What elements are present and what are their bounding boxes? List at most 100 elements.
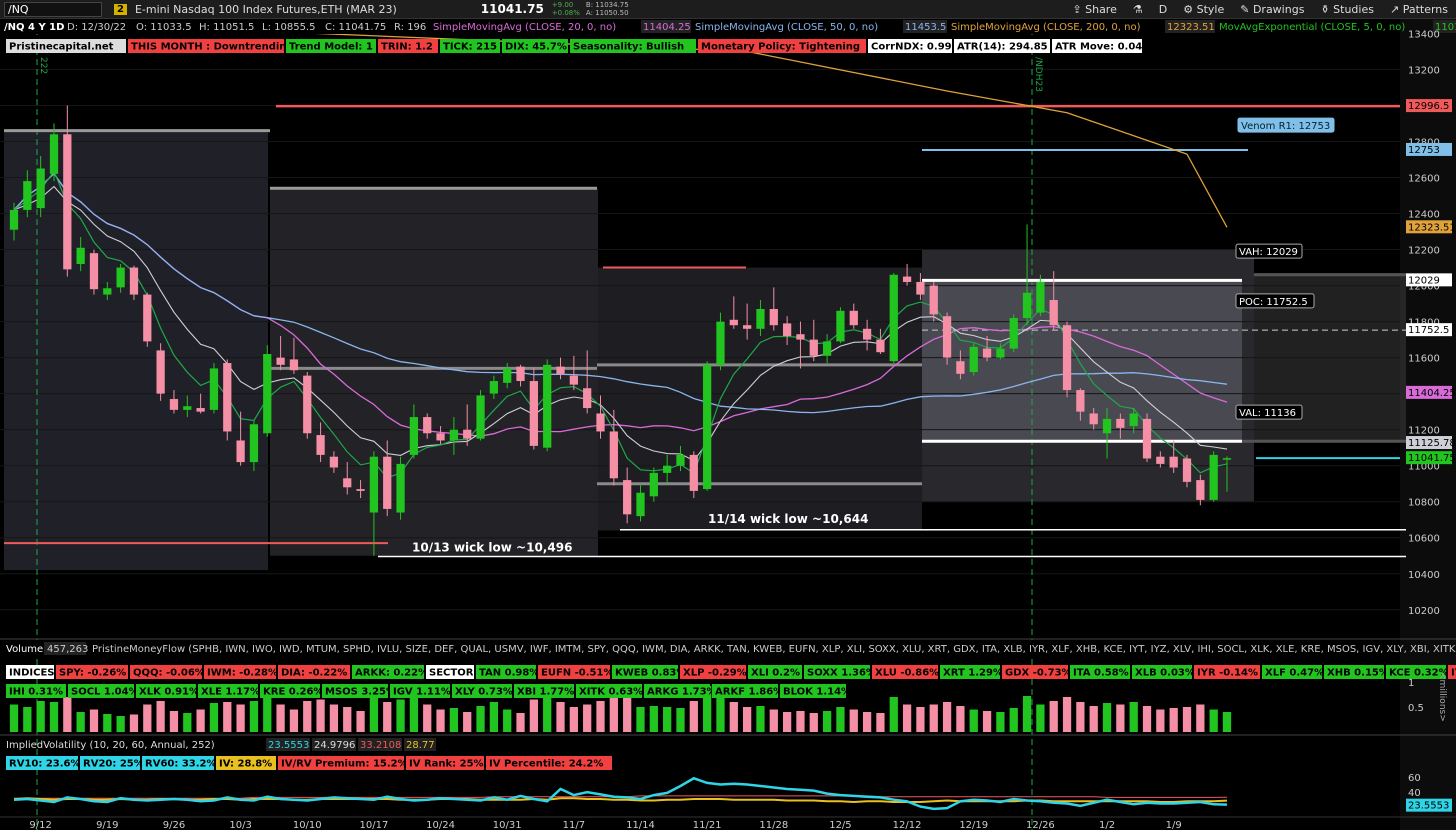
candle[interactable] xyxy=(396,456,405,520)
price-chart[interactable]: 222/NDH23/NQ 4 Y 1D D: 12/30/22 O: 11033.5… xyxy=(0,19,1456,830)
volume-bar xyxy=(23,707,32,732)
volume-bar xyxy=(1209,709,1218,732)
candle[interactable] xyxy=(543,359,552,452)
candle[interactable] xyxy=(263,345,272,437)
volume-bar xyxy=(489,702,499,732)
volume-bar xyxy=(329,704,339,732)
patterns-button[interactable]: ↗ Patterns xyxy=(1390,3,1448,16)
volume-bar xyxy=(396,699,405,732)
candle[interactable] xyxy=(1062,321,1072,398)
volume-bar xyxy=(249,701,259,732)
candle[interactable] xyxy=(156,343,165,401)
candle[interactable] xyxy=(1009,314,1018,353)
volume-label: Volume xyxy=(6,644,43,655)
ticker-badge-text: DIA: -0.22% xyxy=(281,668,347,679)
status-badge-text: Trend Model: 1 xyxy=(289,42,373,53)
candle[interactable] xyxy=(703,361,712,491)
ticker-badge-text: IGV 1.11% xyxy=(393,687,451,698)
candle[interactable] xyxy=(1142,413,1152,463)
candle[interactable] xyxy=(476,390,485,441)
candle[interactable] xyxy=(303,372,312,439)
candle-body xyxy=(23,181,32,210)
study-value: 11404.25 xyxy=(643,22,691,33)
date-label: 11/7 xyxy=(563,820,585,830)
volume-bar xyxy=(1036,704,1045,732)
status-badge-text: ATR(14): 294.85 xyxy=(957,42,1048,53)
ohlc-value: C: 11041.75 xyxy=(325,22,386,33)
symbol-input[interactable] xyxy=(4,1,102,17)
flask-button[interactable]: ⚗ xyxy=(1133,3,1143,16)
volume-bar xyxy=(809,713,818,732)
volume-bar xyxy=(796,711,805,732)
iv-tick: 40 xyxy=(1408,788,1421,799)
date-label: 10/3 xyxy=(229,820,251,830)
price-tick: 10400 xyxy=(1408,570,1440,581)
iv-study-label: ImpliedVolatility (10, 20, 60, Annual, 2… xyxy=(6,740,215,751)
candle-body xyxy=(209,368,219,410)
candle[interactable] xyxy=(143,292,152,347)
price-tick: 11600 xyxy=(1408,354,1440,365)
candle[interactable] xyxy=(942,312,952,365)
ticker-badge-text: SECTORS xyxy=(429,668,481,679)
iv-value: 33.2108 xyxy=(360,740,401,751)
period-button[interactable]: D xyxy=(1159,3,1167,16)
status-badges: Pristinecapital.net THIS MONTH : Downtren… xyxy=(6,39,1142,53)
candle[interactable] xyxy=(969,343,978,376)
ticker-badge: ARKK: 0.22% xyxy=(352,665,428,679)
candle-body xyxy=(742,325,752,329)
volume-bar xyxy=(383,702,392,732)
studies-button[interactable]: ⚱ Studies xyxy=(1320,3,1374,16)
candle[interactable] xyxy=(89,249,99,295)
candle-body xyxy=(1036,281,1045,313)
candle[interactable] xyxy=(889,272,898,364)
drawings-button[interactable]: ✎ Drawings xyxy=(1240,3,1304,16)
iv-value: 28.77 xyxy=(406,740,435,751)
val-label: VAL: 11136 xyxy=(1239,408,1296,419)
ticker-badge: SPY: -0.26% xyxy=(56,665,128,679)
candle[interactable] xyxy=(1209,451,1218,502)
style-label: Style xyxy=(1196,2,1225,16)
patterns-label: Patterns xyxy=(1402,2,1448,16)
status-badge-text: DIX: 45.7% xyxy=(505,42,567,53)
candle[interactable] xyxy=(223,359,232,441)
volume-bar xyxy=(183,713,192,732)
volume-bar xyxy=(1076,702,1085,732)
ticker-badge-text: BLOK 1.14% xyxy=(783,687,851,698)
candle-body xyxy=(63,134,72,270)
candle-body xyxy=(369,456,379,513)
candle-body xyxy=(169,399,179,410)
candle-body xyxy=(543,364,552,448)
volume-bar xyxy=(409,697,419,732)
status-badge-text: Monetary Policy: Tightening xyxy=(701,42,860,53)
candle-body xyxy=(529,381,538,446)
candle-body xyxy=(1169,456,1178,468)
status-badge: THIS MONTH : Downtrending xyxy=(128,39,294,53)
candle-body xyxy=(689,454,698,491)
ticker-badge: XLB 0.03% xyxy=(1132,665,1195,679)
date-label: 10/24 xyxy=(426,820,455,830)
study-header: /NQ 4 Y 1D D: 12/30/22 O: 11033.5 H: 11051.… xyxy=(0,19,1456,34)
candle-body xyxy=(1089,413,1098,425)
share-button[interactable]: ⇪ Share xyxy=(1072,3,1116,16)
price-tag: 12753 xyxy=(1408,145,1440,156)
candle[interactable] xyxy=(836,307,845,344)
ticker-badge: SECTORS xyxy=(426,665,481,679)
ticker-badge: IGV 1.11% xyxy=(390,684,451,698)
ticker-badge: DIA: -0.22% xyxy=(278,665,350,679)
ticker-badge-text: XITK 0.63% xyxy=(579,687,643,698)
volume-bar xyxy=(556,702,565,732)
candle[interactable] xyxy=(209,363,219,414)
drawings-label: Drawings xyxy=(1252,2,1305,16)
ticker-badge-text: ARKF 1.86% xyxy=(715,687,783,698)
volume-bar xyxy=(729,702,738,732)
price-tag: 11125.78 xyxy=(1408,438,1456,449)
volume-bar xyxy=(1102,703,1112,732)
link-group-badge[interactable]: 2 xyxy=(114,3,127,15)
status-badge-text: TICK: 215 xyxy=(443,42,497,53)
candle-body xyxy=(902,276,912,282)
price-tick: 11200 xyxy=(1408,426,1440,437)
volume-bar xyxy=(636,707,645,732)
style-button[interactable]: ⚙ Style xyxy=(1183,3,1224,16)
volume-bar xyxy=(876,713,885,732)
ticker-badge: XLK 0.91% xyxy=(136,684,199,698)
